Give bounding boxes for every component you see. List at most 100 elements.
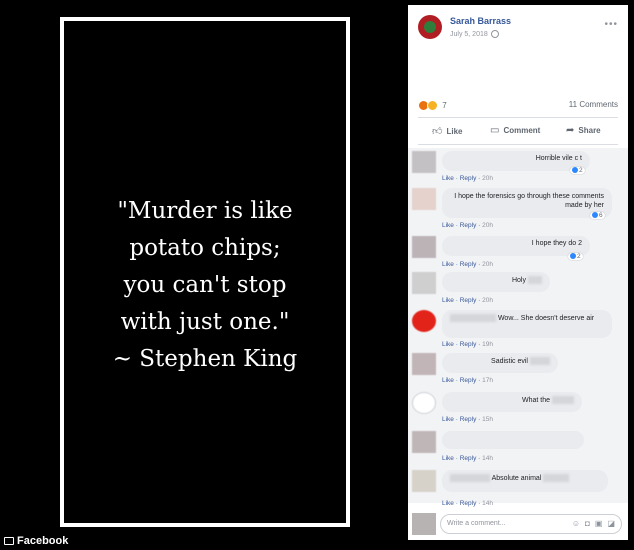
comment-meta: Like · Reply · 20h — [442, 222, 493, 229]
more-options-icon[interactable]: ••• — [604, 19, 618, 30]
divider — [418, 117, 618, 118]
comment-text: I hope they do 2 — [531, 240, 582, 247]
comment-item: Absolute animal — [412, 470, 617, 502]
comment-label: Comment — [503, 126, 541, 135]
comment-reply-link[interactable]: Reply — [460, 222, 477, 229]
comment-reply-link[interactable]: Reply — [460, 175, 477, 182]
comment-like-link[interactable]: Like — [442, 222, 454, 229]
comment-like-link[interactable]: Like — [442, 377, 454, 384]
comment-like-link[interactable]: Like — [442, 175, 454, 182]
post-date-text[interactable]: July 5, 2018 — [450, 31, 488, 38]
comment-reply-link[interactable]: Reply — [460, 261, 477, 268]
comment-bubble: I hope they do 2 — [442, 236, 590, 256]
share-button[interactable]: ➦ Share — [566, 125, 601, 136]
post-actions: 👍︎ Like ▭ Comment ➦ Share — [418, 123, 618, 141]
comment-button[interactable]: ▭ Comment — [490, 125, 540, 136]
commenter-avatar[interactable] — [412, 470, 436, 492]
comment-bubble: Wow... She doesn't deserve air — [442, 310, 612, 338]
commenter-avatar[interactable] — [412, 151, 436, 173]
comment-reaction-count: 2 — [577, 253, 581, 260]
wow-reaction-icon — [427, 100, 438, 111]
comment-reaction-badge[interactable]: 2 — [568, 253, 583, 260]
comment-meta: Like · Reply · 14h — [442, 455, 493, 462]
commenter-avatar[interactable] — [412, 392, 436, 414]
comment-bubble: Absolute animal — [442, 470, 608, 492]
quote-line: "Murder is like — [117, 198, 293, 224]
comment-like-link[interactable]: Like — [442, 455, 454, 462]
camera-icon[interactable]: ◘ — [585, 519, 595, 528]
author-avatar[interactable] — [418, 15, 442, 39]
comment-reply-link[interactable]: Reply — [460, 455, 477, 462]
comment-time[interactable]: 17h — [482, 377, 493, 384]
comment-like-link[interactable]: Like — [442, 341, 454, 348]
comment-time[interactable]: 20h — [482, 222, 493, 229]
comment-like-link[interactable]: Like — [442, 261, 454, 268]
comment-reaction-count: 6 — [599, 212, 603, 219]
comment-reaction-count: 2 — [579, 167, 583, 174]
like-reaction-icon — [572, 167, 578, 174]
comment-time[interactable]: 20h — [482, 261, 493, 268]
comment-time[interactable]: 14h — [482, 455, 493, 462]
emoji-icon[interactable]: ☺ — [572, 519, 585, 528]
comment-like-link[interactable]: Like — [442, 297, 454, 304]
comment-text: Absolute animal — [491, 474, 542, 482]
comment-like-link[interactable]: Like — [442, 416, 454, 423]
commenter-avatar[interactable] — [412, 353, 436, 375]
comment-bubble: Horrible vile c t — [442, 151, 590, 171]
comment-reply-link[interactable]: Reply — [460, 297, 477, 304]
comment-item: I hope the forensics go through these co… — [412, 188, 617, 234]
comment-reaction-badge[interactable]: 6 — [590, 212, 605, 219]
comment-bubble: Sadistic evil — [442, 353, 558, 373]
commenter-avatar[interactable] — [412, 431, 436, 453]
commenter-avatar[interactable] — [412, 188, 436, 210]
comment-reaction-badge[interactable]: 2 — [570, 167, 585, 174]
gif-icon[interactable]: ▣ — [595, 519, 608, 528]
thumbs-up-icon: 👍︎ — [432, 126, 443, 137]
comment-item: Horrible vile c t 2 Like · Reply · 20h — [412, 151, 617, 187]
comment-reply-link[interactable]: Reply — [460, 500, 477, 507]
comment-meta: Like · Reply · 20h — [442, 175, 493, 182]
comment-reply-link[interactable]: Reply — [460, 341, 477, 348]
quote-line: potato chips; — [129, 235, 281, 261]
comment-reply-link[interactable]: Reply — [460, 416, 477, 423]
commenter-avatar[interactable] — [412, 310, 436, 332]
post-date[interactable]: July 5, 2018 — [450, 30, 499, 38]
share-arrow-icon: ➦ — [566, 125, 575, 136]
reactions-row[interactable]: 7 11 Comments — [418, 100, 618, 112]
comment-reply-link[interactable]: Reply — [460, 377, 477, 384]
comment-text: Sadistic evil — [491, 357, 528, 365]
commenter-avatar[interactable] — [412, 236, 436, 258]
current-user-avatar — [412, 513, 436, 535]
comment-count[interactable]: 11 Comments — [569, 100, 618, 109]
comment-like-link[interactable]: Like — [442, 500, 454, 507]
post-header: Sarah Barrass July 5, 2018 ••• — [418, 15, 618, 45]
comment-time[interactable]: 19h — [482, 341, 493, 348]
comment-text: What the — [521, 396, 550, 404]
comment-item: Sadistic evil Like · Reply · 17h — [412, 353, 617, 389]
commenter-avatar[interactable] — [412, 272, 436, 294]
composer-tools: ☺◘▣◪ — [572, 519, 620, 528]
comment-time[interactable]: 20h — [482, 297, 493, 304]
post-panel: Sarah Barrass July 5, 2018 ••• 7 11 Comm… — [408, 5, 628, 540]
like-reaction-icon — [570, 253, 576, 260]
comment-meta: Like · Reply · 20h — [442, 297, 493, 304]
comment-time[interactable]: 20h — [482, 175, 493, 182]
photo-credit-text: Facebook — [17, 535, 69, 547]
comment-time[interactable]: 14h — [482, 500, 493, 507]
comment-meta: Like · Reply · 14h — [442, 500, 493, 507]
comment-text: Horrible vile c t — [535, 155, 582, 162]
sticker-icon[interactable]: ◪ — [607, 519, 620, 528]
comment-composer: Write a comment... ☺◘▣◪ — [408, 510, 628, 540]
quote-image-frame: "Murder is like potato chips; you can't … — [60, 17, 350, 527]
comment-text: I hope the forensics go through these co… — [454, 193, 604, 209]
comment-input-placeholder: Write a comment... — [447, 520, 506, 527]
reaction-count[interactable]: 7 — [442, 101, 446, 110]
divider — [418, 144, 618, 145]
like-button[interactable]: 👍︎ Like — [432, 125, 462, 137]
comment-time[interactable]: 15h — [482, 416, 493, 423]
comment-meta: Like · Reply · 17h — [442, 377, 493, 384]
photo-panel[interactable]: "Murder is like potato chips; you can't … — [0, 0, 408, 550]
quote-attribution: ~ Stephen King — [112, 346, 298, 372]
author-name[interactable]: Sarah Barrass — [450, 16, 511, 26]
comment-item: I hope they do 2 2 Like · Reply · 20h — [412, 236, 617, 272]
